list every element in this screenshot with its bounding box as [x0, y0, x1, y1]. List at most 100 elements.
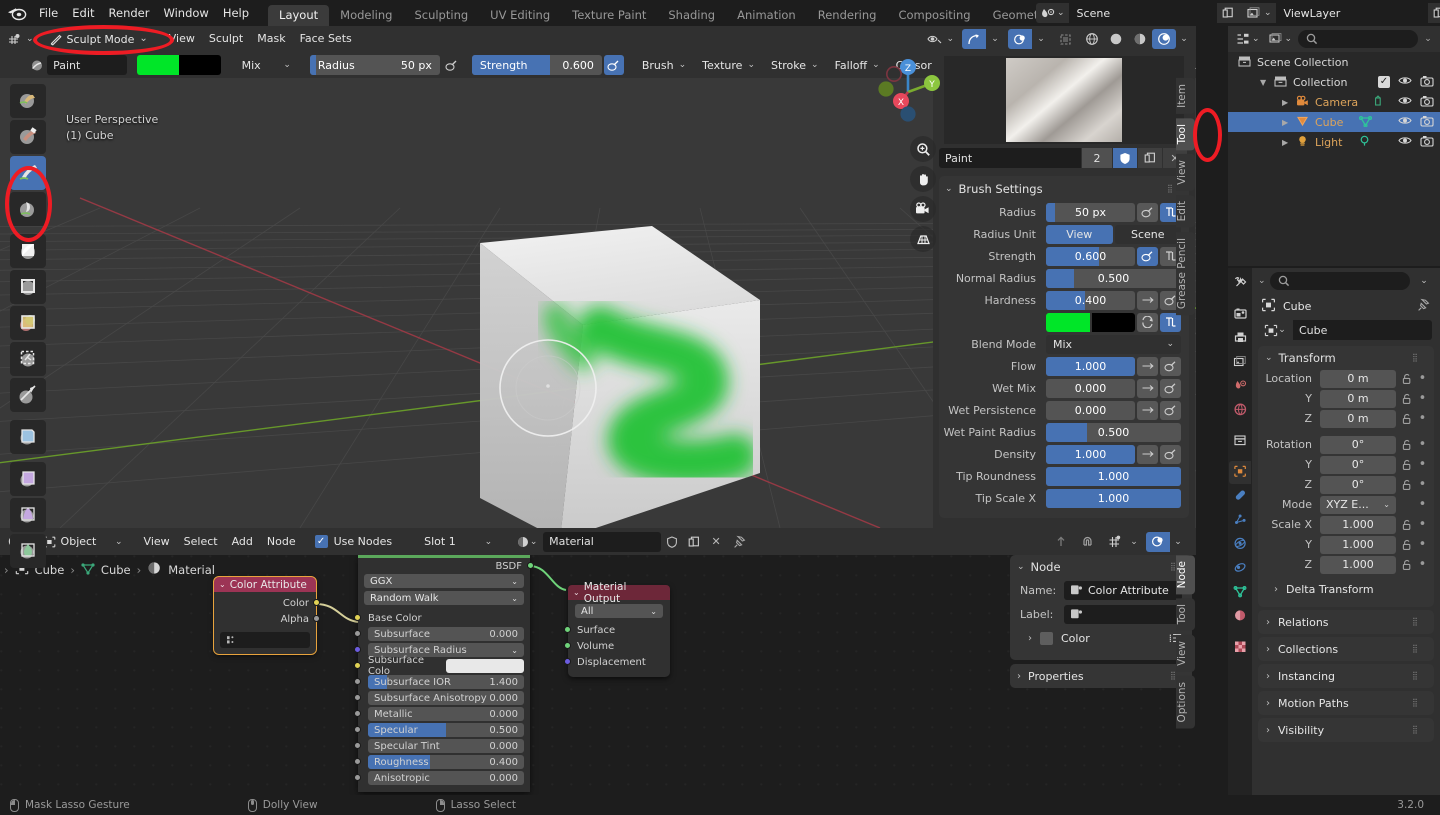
bsdf-input-subsurface-ior[interactable]: Subsurface IOR 1.400 — [354, 674, 530, 690]
camera-render-icon[interactable] — [1420, 95, 1434, 110]
pressure-icon[interactable] — [1137, 246, 1158, 266]
mode-dropdown[interactable]: XYZ E... ⌄ — [1320, 495, 1396, 514]
shading-material-icon[interactable] — [1128, 29, 1152, 49]
mode-selector[interactable]: Sculpt Mode — [43, 29, 156, 49]
radius-pressure-icon[interactable] — [441, 55, 462, 75]
properties-filter-icon[interactable]: ⌄ — [1414, 271, 1434, 291]
viewport-menu-face-sets[interactable]: Face Sets — [293, 28, 359, 50]
popover-texture[interactable]: Texture ⌄ — [696, 55, 761, 75]
bsdf-input-subsurface-colo[interactable]: Subsurface Colo — [354, 655, 530, 677]
socket-specular[interactable] — [354, 726, 361, 733]
workspace-tab-rendering[interactable]: Rendering — [807, 5, 888, 26]
go-to-parent-icon[interactable] — [1050, 531, 1072, 552]
animate-dot-icon[interactable]: • — [1417, 437, 1428, 452]
pin-icon[interactable] — [727, 535, 753, 549]
properties-tab-constraints[interactable] — [1229, 557, 1251, 580]
lock-icon[interactable] — [1400, 393, 1413, 405]
material-slot-dropdown[interactable]: Slot 1 ⌄ — [416, 531, 501, 552]
topbar-menu-window[interactable]: Window — [156, 2, 215, 24]
properties-tab-texture[interactable] — [1229, 636, 1251, 659]
bsdf-input-anisotropic[interactable]: Anisotropic 0.000 — [354, 770, 530, 786]
workspace-tab-texture-paint[interactable]: Texture Paint — [561, 5, 657, 26]
lock-icon[interactable] — [1400, 373, 1413, 385]
viewport-side-tab-edit[interactable]: Edit — [1176, 195, 1195, 228]
chevron-down-icon[interactable]: ▼ — [1260, 78, 1274, 87]
breadcrumb-material[interactable]: Material — [168, 563, 215, 577]
tool-blur-brush[interactable] — [10, 84, 46, 118]
popover-brush[interactable]: Brush ⌄ — [635, 55, 693, 75]
primary-color-swatch[interactable] — [136, 55, 179, 75]
drag-handle-icon[interactable]: ⣿ — [1412, 618, 1426, 626]
bsdf-input-subsurface-anisotropy[interactable]: Subsurface Anisotropy 0.000 — [354, 690, 530, 706]
object-type-icon[interactable]: ⌄ — [1258, 320, 1292, 340]
panel-visibility[interactable]: › Visibility ⣿ — [1258, 718, 1434, 742]
brush-datablock-name[interactable]: Paint — [939, 148, 1081, 168]
animate-dot-icon[interactable]: • — [1417, 477, 1428, 492]
pressure-icon[interactable] — [1160, 400, 1181, 420]
breadcrumb-mesh[interactable]: Cube — [101, 563, 131, 577]
input-dropdown[interactable]: Subsurface Radius ⌄ — [368, 643, 524, 657]
tool-mask[interactable] — [10, 234, 46, 268]
shading-rendered-icon[interactable] — [1152, 29, 1176, 49]
animate-icon[interactable] — [1137, 444, 1158, 464]
unlink-material-icon[interactable]: ✕ — [705, 531, 728, 552]
outliner-root-row[interactable]: Scene Collection — [1228, 52, 1440, 72]
slider-tip-roundness[interactable]: 1.000 — [1046, 466, 1181, 486]
material-output-input-surface[interactable]: Surface — [564, 622, 670, 638]
tool-box-face-set[interactable] — [10, 342, 46, 376]
outliner-data-icon[interactable] — [1358, 135, 1371, 150]
blend-mode-dropdown[interactable]: Mix ⌄ — [234, 55, 298, 75]
brush-name-field[interactable]: Paint — [47, 55, 127, 75]
socket-subsurface-radius[interactable] — [354, 646, 361, 653]
eye-icon[interactable] — [1398, 115, 1412, 129]
properties-tab-material[interactable] — [1229, 605, 1251, 628]
gizmo-dropdown-icon[interactable]: ⌄ — [986, 29, 1004, 49]
lock-icon[interactable] — [1400, 559, 1413, 571]
duplicate-brush-icon[interactable] — [1138, 148, 1162, 168]
shader-menu-view[interactable]: View — [137, 531, 177, 553]
pressure-icon[interactable] — [1160, 444, 1181, 464]
visibility-selector-icon[interactable]: ⌄ — [923, 29, 958, 49]
outliner-editor-type-icon[interactable]: ⌄ — [1233, 29, 1263, 49]
workspace-tab-uv-editing[interactable]: UV Editing — [479, 5, 561, 26]
properties-tab-collection[interactable] — [1229, 430, 1251, 453]
animate-icon[interactable] — [1137, 290, 1158, 310]
bsdf-input-specular[interactable]: Specular 0.500 — [354, 722, 530, 738]
viewport-side-tab-grease-pencil[interactable]: Grease Pencil — [1176, 231, 1195, 315]
workspace-tab-layout[interactable]: Layout — [268, 5, 330, 26]
socket-subsurface-colo[interactable] — [354, 662, 361, 669]
camera-render-icon[interactable] — [1420, 115, 1434, 130]
node-name-field[interactable]: Color Attribute — [1064, 580, 1182, 600]
overlays-toggle-icon[interactable] — [1008, 29, 1032, 49]
viewport-menu-sculpt[interactable]: Sculpt — [202, 28, 250, 50]
slider-normal-radius[interactable]: 0.500 — [1046, 268, 1181, 288]
shader-type-dropdown[interactable]: Object ⌄ — [38, 531, 129, 552]
object-name-field[interactable]: Cube — [1293, 320, 1432, 340]
animate-dot-icon[interactable]: • — [1417, 537, 1428, 552]
animate-icon[interactable] — [1137, 378, 1158, 398]
shader-menu-select[interactable]: Select — [177, 531, 225, 553]
animate-dot-icon[interactable]: • — [1417, 517, 1428, 532]
socket-alpha[interactable] — [313, 615, 320, 622]
scene-name-field[interactable]: Scene — [1068, 3, 1217, 23]
node-attribute-field[interactable] — [220, 632, 310, 648]
animate-icon[interactable] — [1137, 356, 1158, 376]
transform-row-value[interactable]: 0 m — [1320, 409, 1396, 428]
overlays-dropdown-icon[interactable]: ⌄ — [1032, 29, 1050, 49]
lock-icon[interactable] — [1400, 439, 1413, 451]
bsdf-input-roughness[interactable]: Roughness 0.400 — [354, 754, 530, 770]
animate-dot-icon[interactable]: • — [1417, 557, 1428, 572]
shading-wireframe-icon[interactable] — [1080, 29, 1104, 49]
delta-transform-subpanel[interactable]: › Delta Transform — [1258, 580, 1428, 599]
panel-instancing[interactable]: › Instancing ⣿ — [1258, 664, 1434, 688]
camera-view-icon[interactable] — [910, 196, 936, 222]
shader-side-tab-node[interactable]: Node — [1176, 555, 1195, 595]
properties-panel-collapsed[interactable]: › Properties ⣿ — [1010, 664, 1192, 688]
node-color-row[interactable]: › Color ⁞☰ — [1028, 628, 1182, 648]
pin-icon[interactable] — [1417, 298, 1431, 315]
outliner-row-collection[interactable]: ▼ Collection ✓ — [1228, 72, 1440, 92]
shader-menu-add[interactable]: Add — [225, 531, 260, 553]
shader-side-tab-options[interactable]: Options — [1176, 675, 1195, 729]
node-principled-bsdf[interactable]: BSDF GGX ⌄ Random Walk ⌄ Base Color Subsurfa… — [354, 555, 534, 792]
socket-specular-tint[interactable] — [354, 742, 361, 749]
